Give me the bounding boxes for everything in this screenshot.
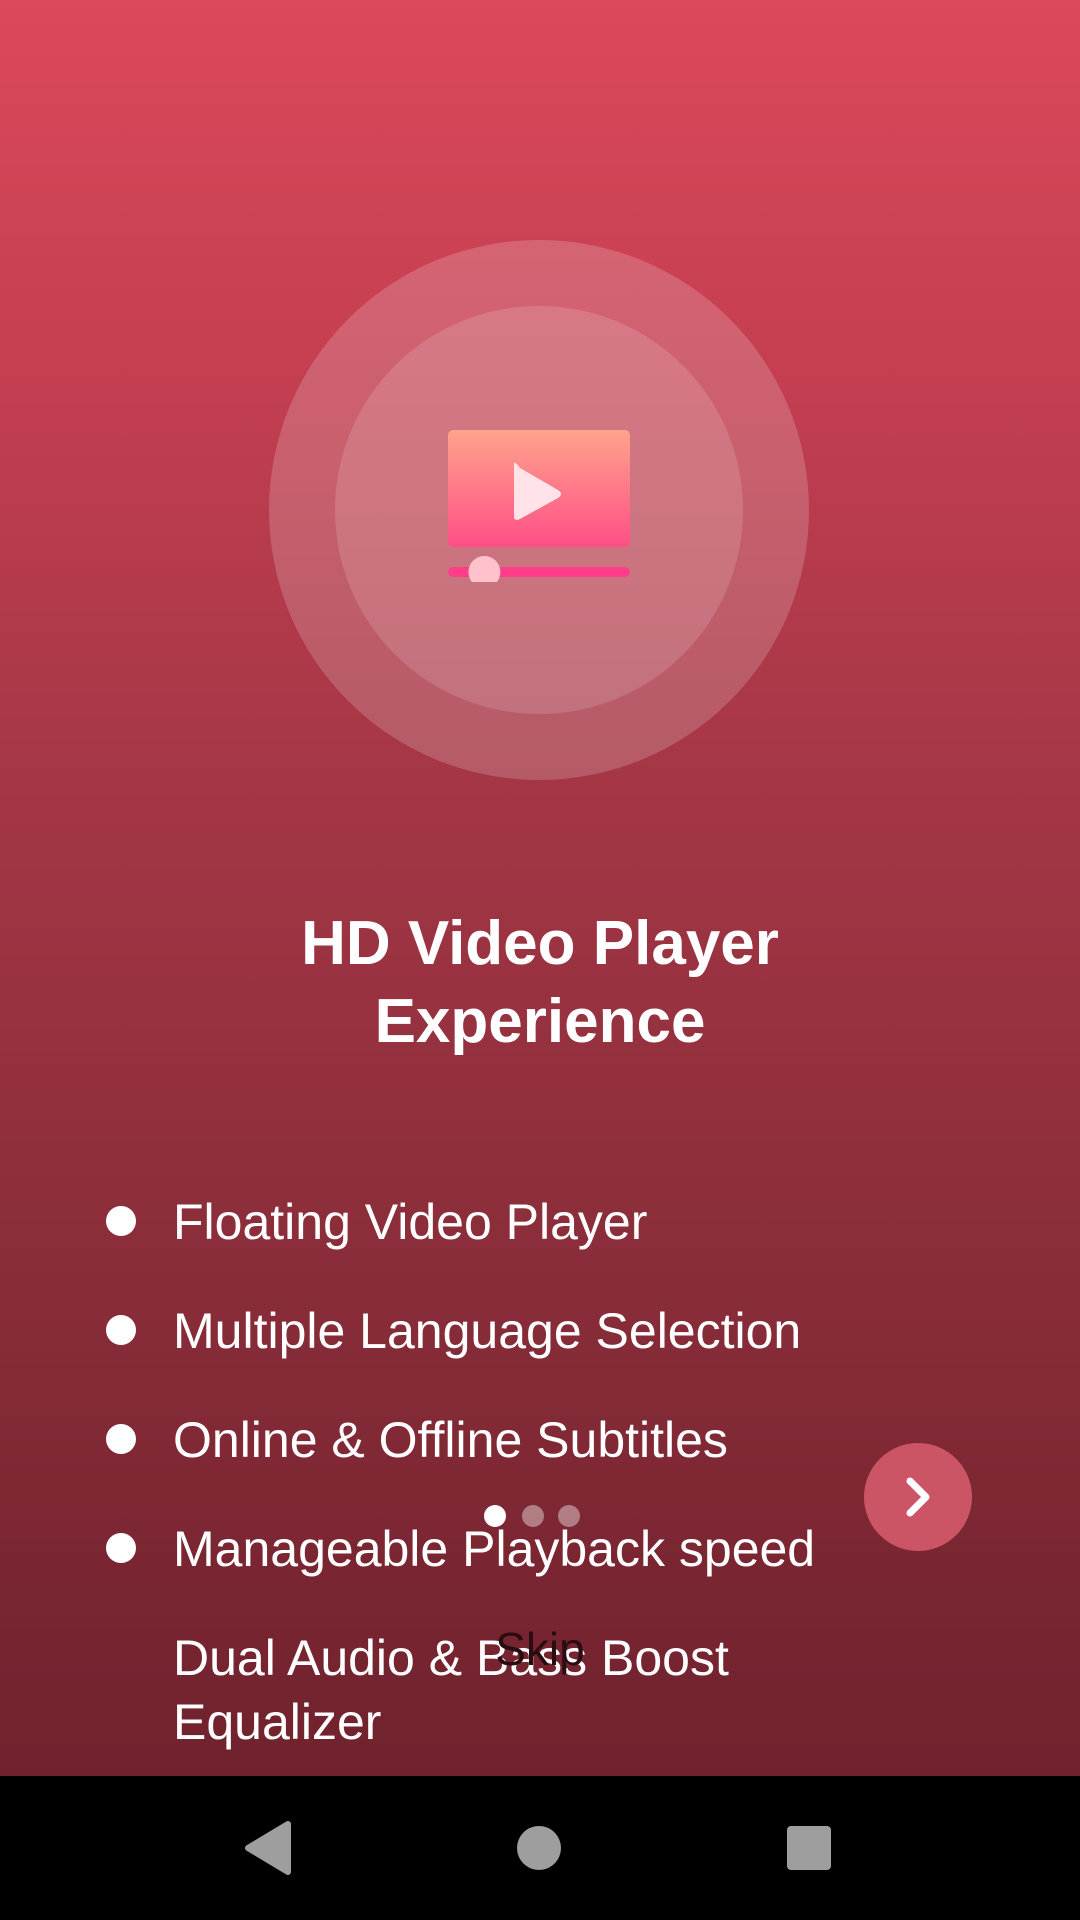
page-dot-active[interactable] bbox=[484, 1505, 506, 1527]
bullet-icon bbox=[106, 1533, 136, 1563]
title-line-2: Experience bbox=[374, 987, 706, 1056]
progress-thumb bbox=[468, 556, 501, 582]
bullet-icon bbox=[106, 1315, 136, 1345]
page-dot[interactable] bbox=[522, 1505, 544, 1527]
skip-button[interactable]: Skip bbox=[440, 1622, 640, 1676]
page-indicator bbox=[484, 1505, 584, 1529]
page-dot[interactable] bbox=[558, 1505, 580, 1527]
feature-text-line-2: Equalizer bbox=[173, 1694, 382, 1750]
nav-home-button[interactable] bbox=[489, 1798, 589, 1898]
nav-recents-button[interactable] bbox=[759, 1798, 859, 1898]
bullet-icon bbox=[106, 1206, 136, 1236]
feature-text: Online & Offline Subtitles bbox=[173, 1412, 728, 1468]
onboarding-page: HD Video Player Experience Floating Vide… bbox=[0, 0, 1080, 1776]
bullet-icon bbox=[106, 1424, 136, 1454]
next-button[interactable] bbox=[864, 1443, 972, 1551]
video-player-icon bbox=[448, 430, 630, 582]
system-navigation-bar bbox=[0, 1776, 1080, 1920]
page-title: HD Video Player Experience bbox=[0, 905, 1080, 1061]
title-line-1: HD Video Player bbox=[301, 909, 779, 978]
back-triangle-icon bbox=[245, 1821, 291, 1875]
feature-text: Multiple Language Selection bbox=[173, 1303, 802, 1359]
nav-back-button[interactable] bbox=[222, 1798, 322, 1898]
feature-text: Floating Video Player bbox=[173, 1194, 648, 1250]
home-circle-icon bbox=[517, 1826, 561, 1870]
chevron-right-icon bbox=[906, 1477, 930, 1517]
app-screen: HD Video Player Experience Floating Vide… bbox=[0, 0, 1080, 1920]
recents-square-icon bbox=[787, 1826, 831, 1870]
